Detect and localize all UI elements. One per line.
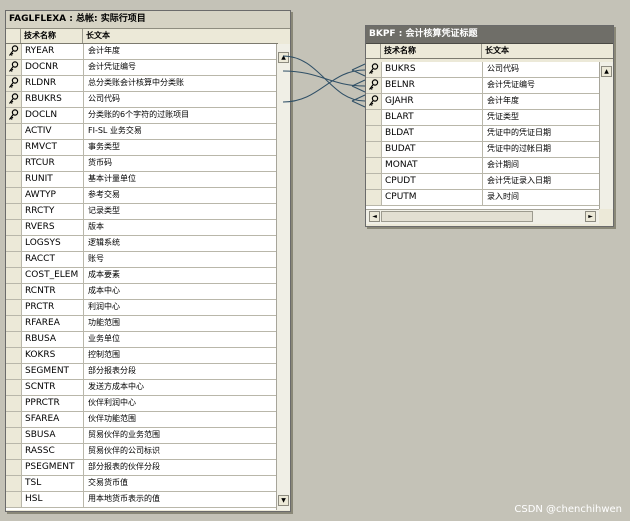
watermark: CSDN @chenchihwen: [514, 504, 622, 515]
relationship-lines: [282, 55, 366, 108]
link-docnr-belnr: [282, 70, 366, 87]
